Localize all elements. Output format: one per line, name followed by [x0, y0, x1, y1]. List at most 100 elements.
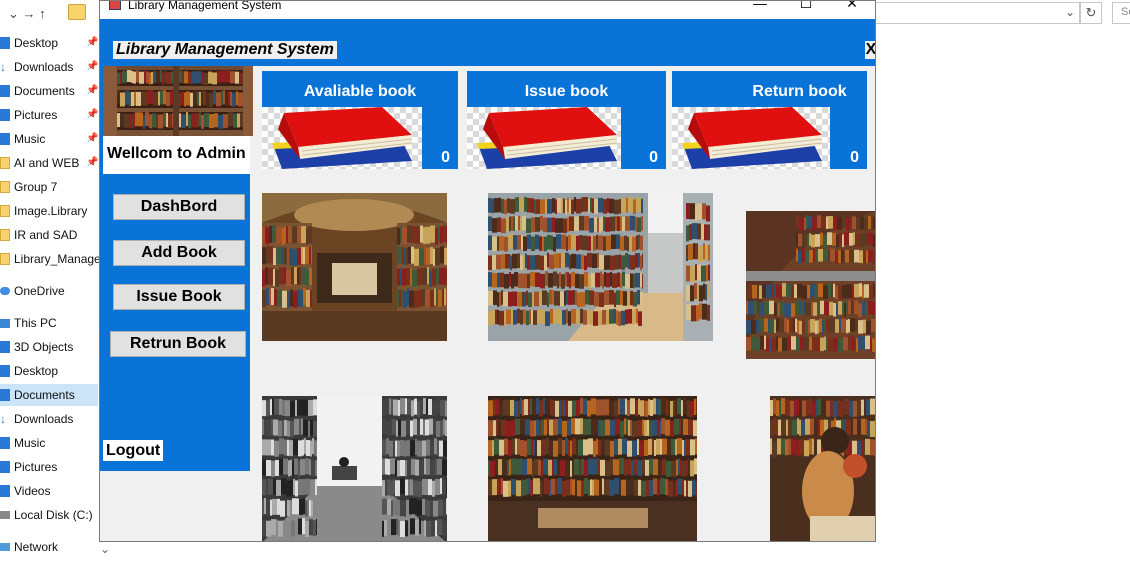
app-window: Library Management System — ☐ ✕ Library …	[99, 0, 876, 542]
dashboard-button[interactable]: DashBord	[113, 194, 245, 220]
disk-icon	[0, 511, 10, 519]
nav-item-label: Music	[14, 132, 46, 146]
nav-item[interactable]: Network	[0, 536, 98, 558]
nav-item[interactable]: AI and WEB	[0, 152, 98, 174]
documents-icon	[0, 85, 10, 97]
window-close-button[interactable]: ✕	[829, 1, 875, 19]
logout-button[interactable]: Logout	[103, 440, 164, 461]
folder-icon	[0, 253, 10, 265]
nav-item[interactable]: ↓ Downloads	[0, 56, 98, 78]
return-book-card: Return book 0	[672, 71, 867, 169]
nav-item[interactable]: Music	[0, 128, 98, 150]
library-photo-curved	[746, 211, 875, 359]
nav-item[interactable]: OneDrive	[0, 280, 98, 302]
pictures-icon	[0, 109, 10, 121]
nav-item[interactable]: Group 7	[0, 176, 98, 198]
app-heading: Library Management System	[113, 41, 337, 59]
music-icon	[0, 133, 10, 145]
folder-icon	[68, 4, 86, 20]
nav-item[interactable]: Local Disk (C:)	[0, 504, 98, 526]
documents-icon	[0, 389, 10, 401]
nav-item-label: 3D Objects	[14, 340, 74, 354]
downloads-icon: ↓	[0, 60, 6, 74]
app-close-button[interactable]: X	[865, 41, 875, 59]
nav-item-label: Local Disk (C:)	[14, 508, 93, 522]
network-icon	[0, 543, 10, 551]
address-bar[interactable]: ⌄	[876, 2, 1080, 24]
issue-book-card: Issue book 0	[467, 71, 666, 169]
nav-item[interactable]: Desktop	[0, 360, 98, 382]
minimize-button[interactable]: —	[737, 1, 783, 19]
nav-item-label: Documents	[14, 388, 75, 402]
nav-item-label: Downloads	[14, 412, 74, 426]
nav-item[interactable]: 3D Objects	[0, 336, 98, 358]
this-pc-icon	[0, 318, 10, 328]
nav-item-label: Documents	[14, 84, 75, 98]
chevron-down-icon[interactable]: ⌄	[1065, 5, 1075, 19]
nav-item[interactable]: Documents	[0, 80, 98, 102]
nav-item[interactable]: Desktop	[0, 32, 98, 54]
nav-item[interactable]: Image.Library	[0, 200, 98, 222]
maximize-button[interactable]: ☐	[783, 1, 829, 19]
nav-item[interactable]: IR and SAD	[0, 224, 98, 246]
library-photo-aisle	[488, 193, 713, 341]
explorer-nav-arrows[interactable]: ⌄ → ↑	[8, 6, 46, 22]
books-icon	[262, 107, 422, 169]
nav-item[interactable]: ↓ Downloads	[0, 408, 98, 430]
window-titlebar: Library Management System — ☐ ✕	[100, 1, 875, 19]
app-icon	[109, 1, 121, 10]
welcome-label: Wellcom to Admin	[103, 136, 250, 174]
music-icon	[0, 437, 10, 449]
nav-item[interactable]: Music	[0, 432, 98, 454]
3d-objects-icon	[0, 341, 10, 353]
books-icon	[672, 107, 830, 169]
pin-icon: 📌	[86, 37, 99, 48]
pin-icon: 📌	[86, 133, 99, 144]
card-title: Return book	[752, 83, 847, 100]
nav-item[interactable]: Documents	[0, 384, 98, 406]
nav-item-label: Desktop	[14, 36, 59, 50]
issue-book-button[interactable]: Issue Book	[113, 284, 245, 310]
library-photo-bookcase	[488, 396, 697, 541]
nav-item-label: Desktop	[14, 364, 59, 378]
nav-item[interactable]: Library_Manage	[0, 248, 101, 270]
return-book-button[interactable]: Retrun Book	[110, 331, 246, 357]
header-bar: Library Management System X	[100, 19, 875, 66]
nav-item[interactable]: This PC	[0, 312, 98, 334]
nav-item-label: IR and SAD	[14, 228, 78, 242]
nav-item-label: Pictures	[14, 460, 58, 474]
nav-item[interactable]: Videos	[0, 480, 98, 502]
add-book-button[interactable]: Add Book	[113, 240, 245, 266]
available-book-count: 0	[441, 149, 450, 166]
nav-item-label: Network	[14, 540, 59, 554]
pin-icon: 📌	[86, 85, 99, 96]
card-title: Issue book	[524, 83, 609, 100]
library-photo-hall	[262, 193, 447, 341]
search-box[interactable]: Se	[1112, 2, 1130, 24]
nav-item-label: This PC	[14, 316, 57, 330]
pin-icon: 📌	[86, 157, 99, 168]
pin-icon: 📌	[86, 61, 99, 72]
refresh-icon: ↻	[1085, 5, 1097, 20]
nav-item-label: Library_Manage	[14, 252, 101, 266]
folder-icon	[0, 205, 10, 217]
desktop-icon	[0, 365, 10, 377]
nav-item-label: Image.Library	[14, 204, 88, 218]
nav-item[interactable]: Pictures	[0, 456, 98, 478]
sidebar: Wellcom to Admin DashBord Add Book Issue…	[100, 66, 253, 471]
folder-icon	[0, 181, 10, 193]
available-book-card: Avaliable book 0	[262, 71, 458, 169]
nav-item-label: Music	[14, 436, 46, 450]
folder-icon	[0, 157, 10, 169]
bookshelf-image	[103, 66, 253, 136]
desktop-icon	[0, 37, 10, 49]
downloads-icon: ↓	[0, 412, 6, 426]
folder-icon	[0, 229, 10, 241]
library-photo-reading	[262, 396, 447, 541]
nav-item[interactable]: Pictures	[0, 104, 98, 126]
chevron-down-icon[interactable]: ⌄	[100, 542, 110, 556]
videos-icon	[0, 485, 10, 497]
nav-item-label: Videos	[14, 484, 51, 498]
refresh-button[interactable]: ↻	[1080, 2, 1102, 24]
pictures-icon	[0, 461, 10, 473]
